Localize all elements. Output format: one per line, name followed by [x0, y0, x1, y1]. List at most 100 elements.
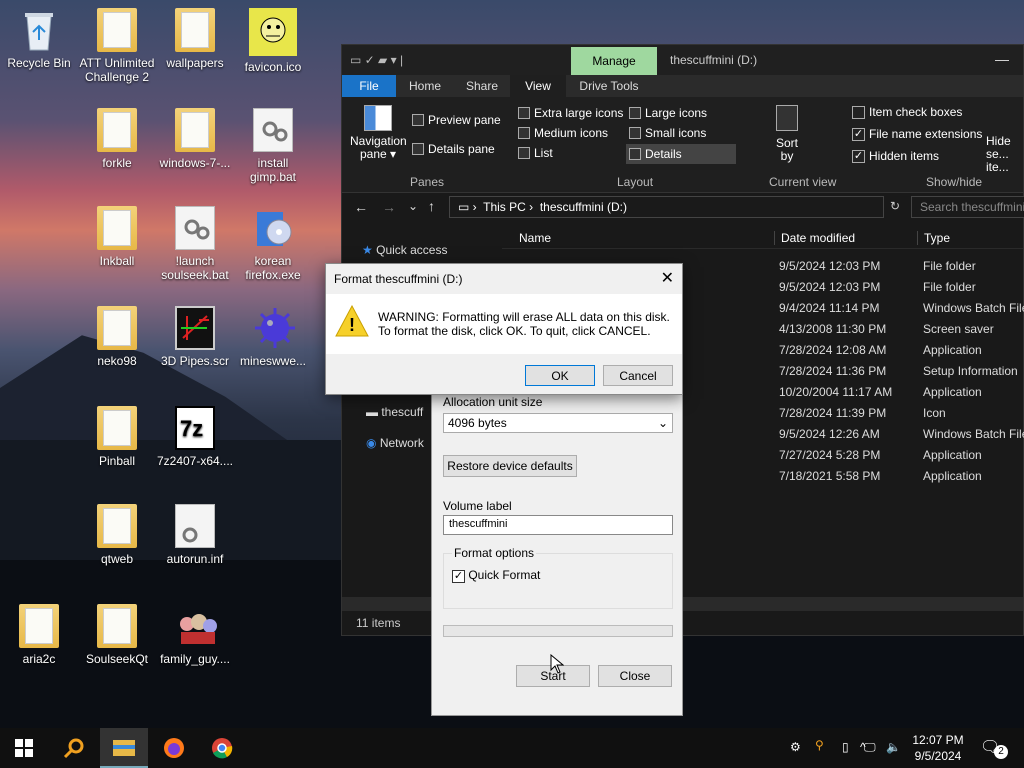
folder-icon	[97, 108, 137, 152]
layout-small-icons[interactable]: Small icons	[629, 126, 706, 140]
layout-list[interactable]: List	[518, 146, 553, 160]
navigation-pane-button[interactable]: Navigation pane ▾	[350, 105, 407, 161]
desktop-icon-family-guy[interactable]: family_guy....	[156, 604, 234, 666]
desktop-icon-inkball[interactable]: Inkball	[78, 206, 156, 268]
layout-details[interactable]: Details	[626, 144, 736, 164]
folder-icon	[97, 504, 137, 548]
sort-by-button[interactable]: Sort by	[772, 105, 802, 163]
desktop-icon-soulseekqt[interactable]: SoulseekQt	[78, 604, 156, 666]
restore-defaults-button[interactable]: Restore device defaults	[443, 455, 577, 477]
ribbon: Navigation pane ▾ Preview pane Details p…	[342, 97, 1023, 193]
desktop-icon-launch-soulseek[interactable]: !launch soulseek.bat	[156, 206, 234, 282]
tray-volume-muted-icon[interactable]: 🔈	[886, 740, 901, 754]
details-pane-button[interactable]: Details pane	[412, 142, 495, 156]
tray-usb-icon[interactable]: ▯	[842, 740, 849, 754]
nav-quick-access[interactable]: ★ Quick access	[362, 243, 447, 257]
tab-manage[interactable]: Manage	[571, 47, 657, 75]
desktop-icon-korean-firefox[interactable]: korean firefox.exe	[234, 206, 312, 282]
tray-app-icon[interactable]: ⚙	[790, 740, 801, 754]
refresh-icon[interactable]: ↻	[890, 199, 900, 213]
format-options-label: Format options	[452, 546, 537, 560]
preview-pane-button[interactable]: Preview pane	[412, 113, 501, 127]
layout-large-icons[interactable]: Large icons	[629, 106, 707, 120]
close-icon[interactable]: ✕	[661, 268, 674, 288]
start-button[interactable]	[0, 728, 48, 768]
back-arrow-icon[interactable]: ←	[354, 199, 368, 215]
ok-button[interactable]: OK	[525, 365, 595, 386]
recent-locations-chevron-icon[interactable]: ⌄	[408, 199, 418, 213]
breadcrumb-this-pc[interactable]: This PC	[483, 200, 526, 214]
desktop-icon-aria2c[interactable]: aria2c	[0, 604, 78, 666]
tab-share[interactable]: Share	[454, 75, 510, 97]
warning-body: ! WARNING: Formatting will erase ALL dat…	[326, 294, 682, 354]
search-input[interactable]: Search thescuffmini (D:)	[911, 196, 1024, 218]
desktop-icon-recycle-bin[interactable]: Recycle Bin	[0, 8, 78, 70]
desktop-icon-wallpapers[interactable]: wallpapers	[156, 8, 234, 70]
column-date-modified[interactable]: Date modified	[774, 231, 855, 245]
cancel-button[interactable]: Cancel	[603, 365, 673, 386]
star-icon: ★	[362, 243, 373, 257]
layout-extra-large-icons[interactable]: Extra large icons	[518, 106, 623, 120]
checkmark-icon: ✓	[852, 127, 865, 141]
clock[interactable]: 12:07 PM 9/5/2024	[906, 732, 970, 764]
forward-arrow-icon[interactable]: →	[382, 199, 396, 215]
hidden-items-toggle[interactable]: ✓ Hidden items	[852, 149, 939, 163]
taskbar-chrome[interactable]	[198, 728, 246, 768]
folder-icon	[175, 108, 215, 152]
desktop-icon-qtweb[interactable]: qtweb	[78, 504, 156, 566]
file-name-extensions-toggle[interactable]: ✓ File name extensions	[852, 127, 982, 141]
row-type: Application	[923, 448, 982, 462]
small-icons-icon	[629, 127, 641, 139]
column-type[interactable]: Type	[917, 231, 950, 245]
desktop-icon-autorun[interactable]: autorun.inf	[156, 504, 234, 566]
layout-medium-icons[interactable]: Medium icons	[518, 126, 608, 140]
desktop-icon-forkle[interactable]: forkle	[78, 108, 156, 170]
desktop-icon-neko98[interactable]: neko98	[78, 306, 156, 368]
installer-icon	[253, 206, 293, 250]
desktop-icon-minesweeper[interactable]: mineswwe...	[234, 306, 312, 368]
layout-group-label: Layout	[617, 175, 654, 189]
image-file-icon	[249, 8, 297, 56]
taskbar-search[interactable]	[50, 728, 98, 768]
taskbar-file-explorer[interactable]	[100, 728, 148, 768]
row-date-modified: 7/28/2024 11:39 PM	[779, 406, 887, 420]
settings-file-icon	[175, 504, 215, 548]
desktop-icon-att-challenge[interactable]: ATT Unlimited Challenge 2	[78, 8, 156, 84]
desktop-icon-7zip[interactable]: 7z 7z2407-x64....	[156, 406, 234, 468]
close-button[interactable]: Close	[598, 665, 672, 687]
desktop-icon-pinball[interactable]: Pinball	[78, 406, 156, 468]
quick-access-toolbar-icon[interactable]: ▭ ✓ ▰ ▾ |	[350, 53, 403, 67]
breadcrumb-drive[interactable]: thescuffmini (D:)	[540, 200, 627, 214]
item-check-boxes-toggle[interactable]: Item check boxes	[852, 105, 962, 119]
taskbar-firefox[interactable]	[150, 728, 198, 768]
up-arrow-icon[interactable]: ↑	[428, 198, 435, 214]
show-hide-group-label: Show/hide	[926, 175, 983, 189]
current-view-group-label: Current view	[769, 175, 837, 189]
row-type: Windows Batch File	[923, 301, 1024, 315]
tab-home[interactable]: Home	[396, 75, 454, 97]
image-file-icon	[175, 604, 217, 648]
desktop-icon-3d-pipes[interactable]: 3D Pipes.scr	[156, 306, 234, 368]
address-bar[interactable]: ▭ › This PC › thescuffmini (D:)	[449, 196, 884, 218]
tray-search-icon[interactable]: ⚲	[815, 738, 824, 752]
column-name[interactable]: Name	[519, 231, 551, 245]
tab-view[interactable]: View	[510, 75, 566, 97]
allocation-select[interactable]: 4096 bytes ⌄	[443, 413, 673, 433]
volume-label-input[interactable]: thescuffmini	[443, 515, 673, 535]
action-center-button[interactable]: 🗨 2	[980, 737, 1010, 759]
tray-network-icon[interactable]: 🖵	[864, 740, 876, 755]
gear-icon	[175, 206, 215, 250]
tab-file[interactable]: File	[342, 75, 396, 97]
tab-drive-tools[interactable]: Drive Tools	[566, 75, 652, 97]
hide-selected-items-button[interactable]: Hide se... ite...	[986, 135, 1024, 174]
chrome-icon	[212, 738, 233, 759]
desktop-icon-windows-7[interactable]: windows-7-...	[156, 108, 234, 170]
row-date-modified: 7/27/2024 5:28 PM	[779, 448, 881, 462]
minimize-button[interactable]: —	[995, 51, 1009, 67]
desktop-icon-favicon[interactable]: favicon.ico	[234, 8, 312, 74]
row-date-modified: 7/18/2021 5:58 PM	[779, 469, 881, 483]
row-type: Application	[923, 343, 982, 357]
row-date-modified: 10/20/2004 11:17 AM	[779, 385, 893, 399]
desktop-icon-install-gimp[interactable]: install gimp.bat	[234, 108, 312, 184]
quick-format-checkbox[interactable]: ✓ Quick Format	[452, 568, 540, 583]
